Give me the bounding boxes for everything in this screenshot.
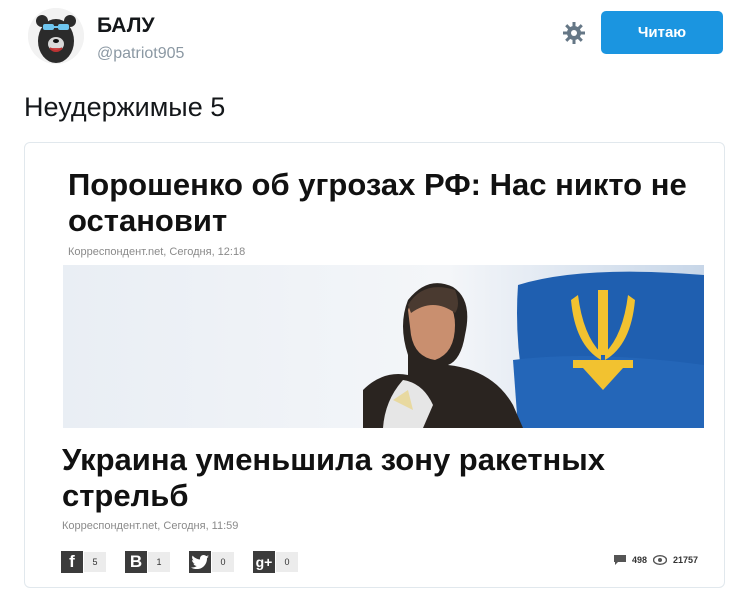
comment-icon (614, 555, 626, 565)
google-plus-icon: g+ (253, 551, 275, 573)
facebook-icon: f (61, 551, 83, 573)
share-row: f 5 B 1 0 g+ 0 498 21757 (61, 550, 701, 574)
vk-icon: B (125, 551, 147, 573)
article-headline-2: Украина уменьшила зону ракетных стрельб (62, 442, 605, 513)
article-meta-1: Корреспондент.net, Сегодня, 12:18 (68, 246, 246, 258)
display-name[interactable]: БАЛУ (97, 14, 155, 38)
media-card[interactable]: Порошенко об угрозах РФ: Нас никто не ос… (24, 142, 725, 588)
avatar[interactable] (28, 8, 84, 64)
share-count: 5 (84, 552, 106, 572)
news-photo-image (63, 265, 704, 428)
tweet-header: БАЛУ @patriot905 Читаю (0, 0, 734, 80)
eye-icon (653, 555, 668, 565)
share-google-plus[interactable]: g+ 0 (253, 550, 298, 574)
share-twitter[interactable]: 0 (189, 550, 234, 574)
comments-count: 498 (632, 555, 648, 565)
share-count: 0 (212, 552, 234, 572)
share-facebook[interactable]: f 5 (61, 550, 106, 574)
twitter-icon (189, 551, 211, 573)
share-vkontakte[interactable]: B 1 (125, 550, 170, 574)
follow-button[interactable]: Читаю (601, 11, 723, 54)
article-photo (63, 265, 704, 428)
share-count: 1 (148, 552, 170, 572)
share-count: 0 (276, 552, 298, 572)
gear-icon[interactable] (562, 21, 586, 45)
article-meta-2: Корреспондент.net, Сегодня, 11:59 (62, 520, 239, 532)
article-headline-1: Порошенко об угрозах РФ: Нас никто не ос… (68, 167, 687, 238)
views-count: 21757 (673, 555, 699, 565)
user-handle[interactable]: @patriot905 (97, 45, 184, 63)
bear-avatar-icon (28, 8, 84, 64)
article-stats: 498 21757 (614, 555, 698, 565)
tweet-text: Неудержимые 5 (24, 92, 226, 122)
